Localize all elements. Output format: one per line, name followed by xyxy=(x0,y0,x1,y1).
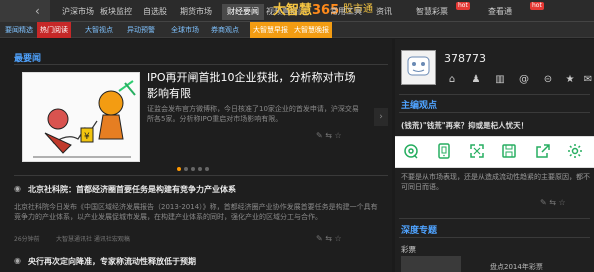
carousel-dot[interactable] xyxy=(191,167,195,171)
mail-icon[interactable]: ✉ xyxy=(581,74,594,86)
subtab-yidong[interactable]: 异动预警 xyxy=(124,22,158,38)
opinion-body: 不要是从市场表现，还是从造成流动性趋紧的主要原因，都不可同日而语。 xyxy=(401,173,590,191)
hot-badge: hot xyxy=(530,2,544,10)
share-icon[interactable] xyxy=(535,143,551,159)
section-title-topic: 深度专题 xyxy=(401,226,438,236)
news-title[interactable]: 北京社科院：首都经济圈首要任务是构建有竞争力产业体系 xyxy=(28,184,378,195)
message-icon[interactable]: ⊝ xyxy=(541,74,555,86)
news-title[interactable]: 央行再次定向降准，专家称流动性释放低于预期 xyxy=(28,256,378,267)
settings-icon[interactable] xyxy=(567,143,583,159)
tablet-icon[interactable] xyxy=(436,143,452,159)
carousel-dot[interactable] xyxy=(198,167,202,171)
section-title-opinion: 主编观点 xyxy=(401,101,438,111)
subtab-zaobao[interactable]: 大智慧早报 xyxy=(250,22,291,38)
nav-tab-zixun[interactable]: 资讯 xyxy=(376,5,392,19)
news-body: 北京社科院今日发布《中国区域经济发展报告（2013-2014）》称，首都经济圈产… xyxy=(14,203,378,221)
featured-image[interactable]: ¥ xyxy=(22,72,140,162)
carousel-next-icon[interactable]: › xyxy=(374,108,388,126)
topic-thumbnail[interactable] xyxy=(401,256,461,272)
eye-icon: ◉ xyxy=(14,184,21,193)
subtab-quanshang[interactable]: 券商观点 xyxy=(208,22,242,38)
fullscreen-icon[interactable] xyxy=(469,143,485,159)
share-toolbar xyxy=(395,136,594,168)
avatar[interactable] xyxy=(401,50,436,85)
subtab-remen[interactable]: 热门阅读 xyxy=(37,22,71,38)
chart-icon[interactable]: ▥ xyxy=(493,74,507,86)
hot-badge: hot xyxy=(456,2,470,10)
nav-tab-chakan[interactable]: 查看通 xyxy=(488,5,512,19)
subtab-yaowen[interactable]: 要闻精选 xyxy=(2,22,36,38)
news-source: 大智慧通讯社 通讯社宏观稿 xyxy=(56,236,130,243)
subtab-quanqiu[interactable]: 全球市场 xyxy=(168,22,202,38)
section-divider xyxy=(14,64,388,65)
nav-tab-tools[interactable]: 常用工具 xyxy=(330,5,362,19)
divider xyxy=(14,175,388,176)
divider xyxy=(399,112,590,113)
subtab-wanbao[interactable]: 大智慧晚报 xyxy=(291,22,332,38)
news-actions[interactable]: ✎ ⇆ ☆ xyxy=(316,234,342,243)
at-icon[interactable]: @ xyxy=(517,74,531,86)
nav-tab-bankuai[interactable]: 板块监控 xyxy=(100,5,132,19)
news-time: 26分钟前 xyxy=(14,236,40,243)
opinion-title[interactable]: (钱荒)"钱荒"再来？抑或是杞人忧天！ xyxy=(401,120,591,131)
divider xyxy=(399,94,590,95)
nav-tab-caijing[interactable]: 财经要闻 xyxy=(222,4,264,20)
nav-tab-zixuan[interactable]: 自选股 xyxy=(143,5,167,19)
featured-headline[interactable]: IPO再开闸首批10企业获批，分析称对市场影响有限 xyxy=(147,70,362,102)
svg-text:¥: ¥ xyxy=(84,132,90,142)
featured-summary: 证监会发布官方微博称，今日核准了10家企业的首发申请，沪深交易所各5家。分析称I… xyxy=(147,105,359,123)
nav-tab-caipiao[interactable]: 智慧彩票 xyxy=(416,5,448,19)
divider xyxy=(399,237,590,238)
carousel-dot[interactable] xyxy=(177,167,181,171)
top-nav-bar: ‹ 沪深市场 板块监控 自选股 期货市场 财经要闻 视频直播间 大智慧365 股… xyxy=(0,0,594,22)
brand-name: 大智慧 xyxy=(273,3,313,18)
avatar-icon xyxy=(402,51,435,84)
carousel-dot[interactable] xyxy=(184,167,188,171)
nav-tab-qihuo[interactable]: 期货市场 xyxy=(180,5,212,19)
save-icon[interactable] xyxy=(501,143,517,159)
ipo-cartoon-icon: ¥ xyxy=(23,73,139,161)
star-icon[interactable]: ★ xyxy=(563,74,577,86)
carousel-dot[interactable] xyxy=(205,167,209,171)
divider xyxy=(399,218,590,219)
user-icon[interactable]: ♟ xyxy=(469,74,483,86)
opinion-actions[interactable]: ✎ ⇆ ☆ xyxy=(540,198,566,207)
sub-nav-bar: 要闻精选 热门阅读 大智视点 异动预警 全球市场 券商观点 大智慧早报 大智慧晚… xyxy=(0,22,594,38)
nav-tab-hushen[interactable]: 沪深市场 xyxy=(62,5,94,19)
featured-actions[interactable]: ✎ ⇆ ☆ xyxy=(316,131,342,140)
topic-label[interactable]: 彩票 xyxy=(401,244,416,255)
weibo-icon[interactable] xyxy=(403,143,419,159)
eye-icon: ◉ xyxy=(14,256,21,265)
home-icon[interactable]: ⌂ xyxy=(445,74,459,86)
topic-item[interactable]: 盘点2014年彩票 xyxy=(490,262,543,272)
user-id: 378773 xyxy=(444,52,486,65)
subtab-shidian[interactable]: 大智视点 xyxy=(82,22,116,38)
section-title-yaowen: 最要闻 xyxy=(14,54,42,64)
back-icon[interactable]: ‹ xyxy=(35,3,53,19)
